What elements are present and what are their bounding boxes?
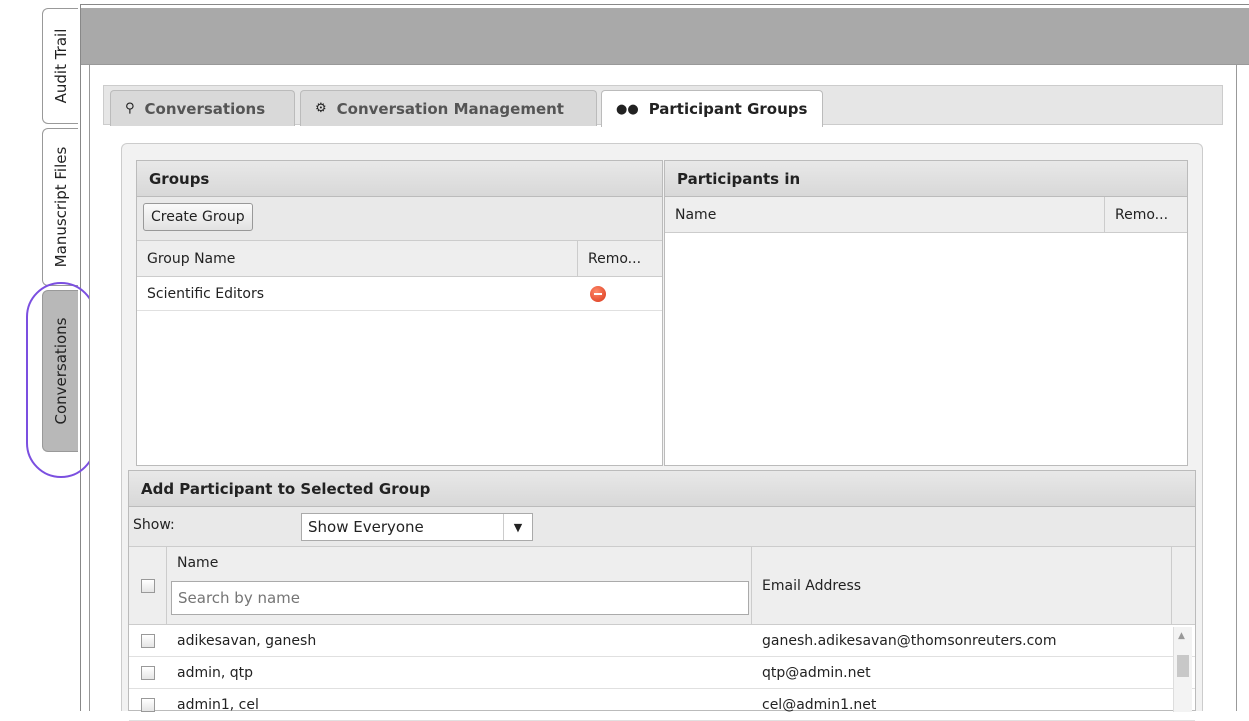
row-checkbox-cell — [129, 625, 167, 656]
show-select[interactable]: Show Everyone ▼ — [301, 513, 533, 541]
search-input[interactable] — [171, 581, 749, 615]
side-tab-manuscript-files[interactable]: Manuscript Files — [42, 128, 78, 286]
row-checkbox[interactable] — [141, 665, 155, 680]
participant-email: qtp@admin.net — [762, 664, 871, 681]
remove-cell — [578, 277, 662, 310]
name-column-header: Name — [167, 547, 752, 624]
participants-list: adikesavan, ganesh ganesh.adikesavan@tho… — [129, 625, 1195, 721]
tab-strip: ⚲ Conversations ⚙ Conversation Managemen… — [103, 85, 1223, 127]
show-select-value: Show Everyone — [308, 518, 424, 536]
tab-participant-groups[interactable]: ●● Participant Groups — [601, 90, 823, 127]
gears-icon: ⚙ — [315, 101, 327, 116]
side-tab-label: Conversations — [51, 317, 70, 425]
side-tab-strip: Audit Trail Manuscript Files Conversatio… — [0, 0, 96, 711]
participants-list-header: Name Email Address — [129, 547, 1195, 625]
scroll-up-icon[interactable]: ▲ — [1178, 631, 1185, 641]
column-header-email[interactable]: Email Address — [752, 547, 1172, 624]
row-checkbox[interactable] — [141, 633, 155, 648]
participants-title: Participants in — [665, 161, 1187, 197]
row-checkbox-cell — [129, 689, 167, 720]
show-filter-bar: Show: Show Everyone ▼ — [129, 507, 1195, 547]
row-checkbox-cell — [129, 657, 167, 688]
column-header-group-name[interactable]: Group Name — [137, 241, 578, 276]
participant-email: cel@admin1.net — [762, 696, 877, 713]
side-tab-label: Manuscript Files — [51, 146, 70, 268]
select-all-cell — [129, 547, 167, 624]
column-header-name[interactable]: Name — [665, 197, 1105, 232]
row-checkbox[interactable] — [141, 697, 155, 712]
list-item[interactable]: admin1, cel cel@admin1.net — [129, 689, 1195, 721]
comments-icon: ⚲ — [125, 101, 135, 116]
show-label: Show: — [133, 517, 175, 533]
tab-conversations[interactable]: ⚲ Conversations — [110, 90, 295, 126]
list-item[interactable]: adikesavan, ganesh ganesh.adikesavan@tho… — [129, 625, 1195, 657]
table-row[interactable]: Scientific Editors — [137, 277, 662, 311]
create-group-button[interactable]: Create Group — [143, 203, 253, 231]
participant-name: admin1, cel — [177, 696, 259, 713]
users-icon: ●● — [616, 101, 639, 117]
groups-toolbar: Create Group — [137, 197, 662, 241]
groups-title: Groups — [137, 161, 662, 197]
tab-label: Conversations — [144, 99, 266, 118]
participants-grid-header: Name Remo... — [665, 197, 1187, 233]
add-participant-title: Add Participant to Selected Group — [129, 471, 1195, 507]
chevron-down-icon[interactable]: ▼ — [503, 514, 532, 540]
top-bar — [81, 8, 1249, 65]
tab-label: Participant Groups — [648, 100, 808, 118]
remove-icon[interactable] — [590, 285, 606, 302]
select-all-checkbox[interactable] — [140, 578, 155, 593]
side-tab-audit-trail[interactable]: Audit Trail — [42, 8, 78, 124]
groups-panel: Groups Create Group Group Name Remo... S… — [136, 160, 663, 466]
side-tab-conversations[interactable]: Conversations — [42, 290, 78, 452]
column-header-remove[interactable]: Remo... — [1105, 197, 1187, 232]
column-header-remove[interactable]: Remo... — [578, 241, 662, 276]
groups-grid-header: Group Name Remo... — [137, 241, 662, 277]
column-header-name[interactable]: Name — [171, 555, 751, 571]
tab-conversation-management[interactable]: ⚙ Conversation Management — [300, 90, 597, 126]
add-participant-panel: Add Participant to Selected Group Show: … — [128, 470, 1196, 721]
participant-name: admin, qtp — [177, 664, 254, 681]
participant-name: adikesavan, ganesh — [177, 632, 317, 649]
list-item[interactable]: admin, qtp qtp@admin.net — [129, 657, 1195, 689]
side-tab-label: Audit Trail — [51, 28, 70, 104]
scrollbar-thumb[interactable] — [1177, 655, 1189, 677]
list-scrollbar[interactable]: ▲ — [1173, 627, 1192, 712]
participants-panel: Participants in Name Remo... — [664, 160, 1188, 466]
group-name-cell: Scientific Editors — [147, 285, 265, 302]
participant-email: ganesh.adikesavan@thomsonreuters.com — [762, 632, 1057, 649]
tab-label: Conversation Management — [336, 99, 564, 118]
